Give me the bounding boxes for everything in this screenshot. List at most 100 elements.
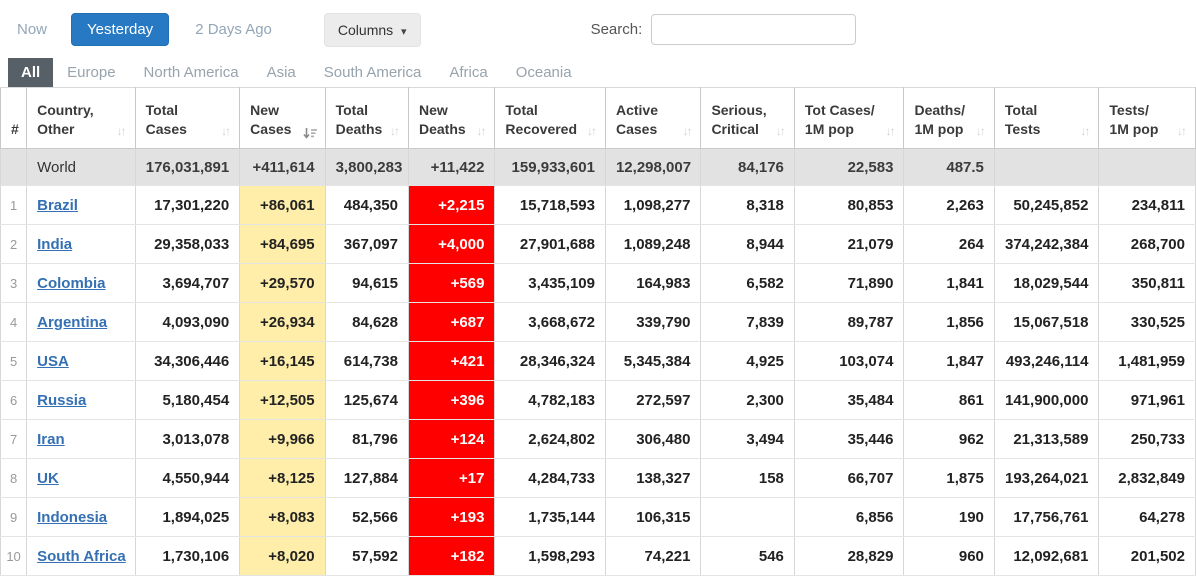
col-header-total_recovered[interactable]: TotalRecovered↓↑ [495,88,606,149]
cell-total_cases: 3,694,707 [135,264,240,303]
cell-rank: 9 [1,498,27,537]
country-link[interactable]: Russia [37,392,86,409]
cell-total_recovered: 1,735,144 [495,498,606,537]
now-button[interactable]: Now [15,14,49,45]
sort-icon: ↓↑ [117,123,127,140]
cell-serious_critical: 8,944 [701,225,794,264]
country-row: 3Colombia3,694,707+29,57094,615+5693,435… [1,264,1196,303]
col-header-new_cases[interactable]: NewCases [240,88,325,149]
cell-active_cases: 138,327 [605,459,700,498]
cell-active_cases: 12,298,007 [605,149,700,186]
cell-deaths_per_1m: 960 [904,537,994,576]
sort-icon: ↓↑ [682,123,692,140]
search-input[interactable] [651,14,856,45]
col-header-total_cases[interactable]: TotalCases↓↑ [135,88,240,149]
sort-icon: ↓↑ [1080,123,1090,140]
country-row: 9Indonesia1,894,025+8,08352,566+1931,735… [1,498,1196,537]
col-header-total_deaths[interactable]: TotalDeaths↓↑ [325,88,408,149]
country-row: 8UK4,550,944+8,125127,884+174,284,733138… [1,459,1196,498]
country-link[interactable]: South Africa [37,548,126,565]
cell-total_tests: 374,242,384 [994,225,1099,264]
country-link[interactable]: UK [37,470,59,487]
cell-tests_per_1m: 250,733 [1099,420,1196,459]
cell-tests_per_1m: 350,811 [1099,264,1196,303]
cell-rank: 7 [1,420,27,459]
cell-rank: 2 [1,225,27,264]
sort-icon: ↓↑ [776,123,786,140]
tab-africa[interactable]: Africa [435,58,501,87]
world-row: World176,031,891+411,6143,800,283+11,422… [1,149,1196,186]
cell-total_cases: 29,358,033 [135,225,240,264]
col-header-tests_per_1m[interactable]: Tests/1M pop↓↑ [1099,88,1196,149]
cell-active_cases: 74,221 [605,537,700,576]
tab-oceania[interactable]: Oceania [502,58,586,87]
yesterday-button[interactable]: Yesterday [71,13,169,46]
tab-europe[interactable]: Europe [53,58,129,87]
table-header-row: #Country,Other↓↑TotalCases↓↑NewCasesTota… [1,88,1196,149]
tab-asia[interactable]: Asia [253,58,310,87]
cell-new_cases: +26,934 [240,303,325,342]
tab-all[interactable]: All [8,58,53,87]
cell-total_tests: 141,900,000 [994,381,1099,420]
country-link[interactable]: Colombia [37,275,105,292]
cell-country: Indonesia [27,498,136,537]
cell-total_recovered: 4,284,733 [495,459,606,498]
cell-deaths_per_1m: 962 [904,420,994,459]
cell-cases_per_1m: 66,707 [794,459,904,498]
country-link[interactable]: Iran [37,431,65,448]
country-link[interactable]: India [37,236,72,253]
country-row: 5USA34,306,446+16,145614,738+42128,346,3… [1,342,1196,381]
cell-country: World [27,149,136,186]
cell-total_cases: 4,550,944 [135,459,240,498]
cell-country: UK [27,459,136,498]
country-link[interactable]: Brazil [37,197,78,214]
cell-deaths_per_1m: 1,847 [904,342,994,381]
cell-serious_critical: 4,925 [701,342,794,381]
cell-tests_per_1m: 971,961 [1099,381,1196,420]
continent-tabs: AllEuropeNorth AmericaAsiaSouth AmericaA… [0,58,1196,87]
cell-deaths_per_1m: 264 [904,225,994,264]
country-link[interactable]: Indonesia [37,509,107,526]
cell-cases_per_1m: 22,583 [794,149,904,186]
cell-total_tests: 18,029,544 [994,264,1099,303]
col-header-cases_per_1m[interactable]: Tot Cases/1M pop↓↑ [794,88,904,149]
cell-total_tests: 15,067,518 [994,303,1099,342]
sort-icon: ↓↑ [1177,123,1187,140]
col-header-serious_critical[interactable]: Serious,Critical↓↑ [701,88,794,149]
country-link[interactable]: Argentina [37,314,107,331]
sort-icon: ↓↑ [976,123,986,140]
search-label: Search: [591,21,643,38]
cell-new_deaths: +421 [409,342,495,381]
cell-total_recovered: 159,933,601 [495,149,606,186]
cell-rank: 1 [1,186,27,225]
cell-cases_per_1m: 71,890 [794,264,904,303]
cell-new_cases: +8,020 [240,537,325,576]
cell-total_recovered: 27,901,688 [495,225,606,264]
col-header-country[interactable]: Country,Other↓↑ [27,88,136,149]
sort-icon: ↓↑ [476,123,486,140]
col-header-deaths_per_1m[interactable]: Deaths/1M pop↓↑ [904,88,994,149]
cell-country: Brazil [27,186,136,225]
tab-south-america[interactable]: South America [310,58,436,87]
tab-north-america[interactable]: North America [130,58,253,87]
col-header-active_cases[interactable]: ActiveCases↓↑ [605,88,700,149]
cell-country: USA [27,342,136,381]
col-header-new_deaths[interactable]: NewDeaths↓↑ [409,88,495,149]
cell-total_tests: 50,245,852 [994,186,1099,225]
columns-dropdown-button[interactable]: Columns ▾ [324,13,421,47]
cell-active_cases: 1,098,277 [605,186,700,225]
cell-new_deaths: +4,000 [409,225,495,264]
cell-new_deaths: +2,215 [409,186,495,225]
cell-rank: 5 [1,342,27,381]
country-link[interactable]: USA [37,353,69,370]
country-row: 7Iran3,013,078+9,96681,796+1242,624,8023… [1,420,1196,459]
cell-serious_critical: 84,176 [701,149,794,186]
two-days-ago-button[interactable]: 2 Days Ago [193,14,274,45]
sort-icon: ↓↑ [587,123,597,140]
cell-tests_per_1m: 201,502 [1099,537,1196,576]
col-header-total_tests[interactable]: TotalTests↓↑ [994,88,1099,149]
cell-new_cases: +8,083 [240,498,325,537]
cell-total_deaths: 94,615 [325,264,408,303]
cell-total_recovered: 2,624,802 [495,420,606,459]
country-row: 6Russia5,180,454+12,505125,674+3964,782,… [1,381,1196,420]
